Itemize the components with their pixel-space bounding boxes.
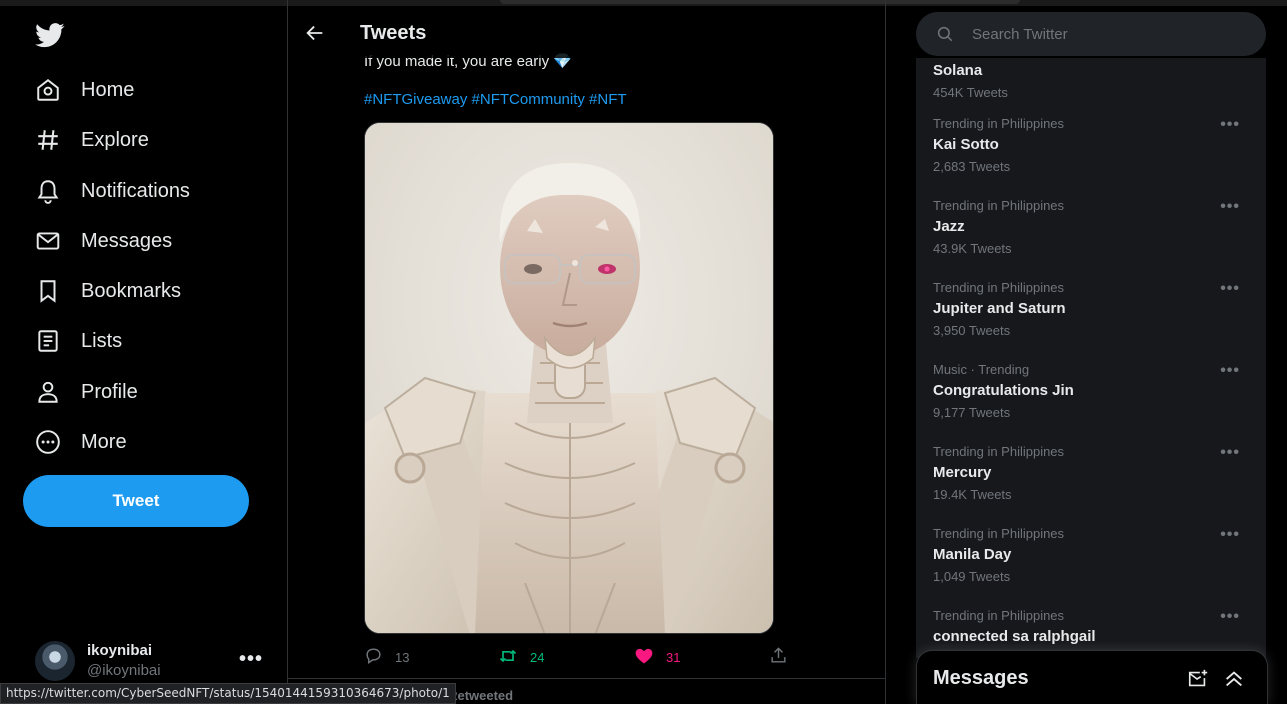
- trend-item[interactable]: Music · Trending Congratulations Jin 9,1…: [916, 362, 1266, 444]
- trend-count: 43.9K Tweets: [933, 241, 1012, 256]
- tweet-hashtags[interactable]: #NFTGiveaway #NFTCommunity #NFT: [364, 91, 627, 108]
- browser-status-url: https://twitter.com/CyberSeedNFT/status/…: [0, 683, 456, 704]
- trend-item[interactable]: Solana 454K Tweets: [916, 58, 1266, 124]
- home-icon: [34, 76, 62, 104]
- envelope-icon: [34, 227, 62, 255]
- trend-context: Trending in Philippines: [933, 116, 1065, 131]
- account-more-icon[interactable]: •••: [239, 648, 263, 671]
- trend-context: Music · Trending: [933, 362, 1030, 377]
- heart-icon: [634, 646, 654, 669]
- more-icon[interactable]: •••: [1220, 198, 1240, 216]
- more-icon[interactable]: •••: [1220, 116, 1240, 134]
- trend-context: Trending in Philippines: [933, 526, 1065, 541]
- share-button[interactable]: [769, 646, 788, 668]
- nav-explore[interactable]: Explore: [34, 120, 149, 160]
- retweet-button[interactable]: 24: [498, 646, 544, 669]
- reply-icon: [364, 646, 383, 668]
- trend-item[interactable]: Trending in Philippines Manila Day 1,049…: [916, 526, 1266, 608]
- trend-item[interactable]: Trending in Philippines Jupiter and Satu…: [916, 280, 1266, 362]
- chevron-up-double-icon[interactable]: [1223, 668, 1245, 690]
- tweet-media-image[interactable]: [364, 122, 774, 634]
- trend-context: Trending in Philippines: [933, 608, 1065, 623]
- trend-title: Mercury: [933, 464, 992, 481]
- nav-messages[interactable]: Messages: [34, 221, 172, 261]
- nav-lists[interactable]: Lists: [34, 321, 122, 361]
- trend-title: Congratulations Jin: [933, 382, 1074, 399]
- account-name: ikoynibai: [87, 642, 153, 659]
- nav-bookmarks-label: Bookmarks: [81, 279, 182, 302]
- more-icon[interactable]: •••: [1220, 280, 1240, 298]
- messages-drawer-title: Messages: [933, 667, 1029, 689]
- more-icon[interactable]: •••: [1220, 608, 1240, 626]
- trend-item[interactable]: Trending in Philippines Jazz 43.9K Tweet…: [916, 198, 1266, 280]
- share-icon: [769, 646, 788, 668]
- back-arrow-icon[interactable]: [304, 22, 326, 44]
- trend-title: Jupiter and Saturn: [933, 300, 1066, 317]
- bell-icon: [34, 177, 62, 205]
- like-count: 31: [666, 650, 681, 665]
- search-input[interactable]: Search Twitter: [972, 26, 1068, 43]
- nft-portrait-illustration: [365, 123, 773, 633]
- nav-explore-label: Explore: [81, 128, 149, 151]
- more-icon[interactable]: •••: [1220, 444, 1240, 462]
- trend-count: 454K Tweets: [933, 85, 1008, 100]
- person-icon: [34, 378, 62, 406]
- main-timeline: Tweets If you made it, you are early 💎 #…: [287, 0, 886, 704]
- nav-home[interactable]: Home: [34, 70, 134, 110]
- nav-notifications-label: Notifications: [81, 179, 190, 202]
- account-switcher[interactable]: ikoynibai @ikoynibai •••: [23, 632, 273, 690]
- nav-messages-label: Messages: [81, 229, 173, 252]
- nav-lists-label: Lists: [81, 329, 123, 352]
- trend-count: 2,683 Tweets: [933, 159, 1011, 174]
- trend-count: 1,049 Tweets: [933, 569, 1011, 584]
- reply-button[interactable]: 13: [364, 646, 409, 668]
- search-box[interactable]: Search Twitter: [916, 12, 1266, 56]
- retweet-count: 24: [530, 650, 545, 665]
- trend-item[interactable]: Trending in Philippines Kai Sotto 2,683 …: [916, 116, 1266, 198]
- nav-home-label: Home: [81, 78, 135, 101]
- list-icon: [34, 327, 62, 355]
- trend-title: Jazz: [933, 218, 965, 235]
- trend-context: Trending in Philippines: [933, 444, 1065, 459]
- trend-context: Trending in Philippines: [933, 198, 1065, 213]
- avatar: [35, 641, 75, 681]
- nav-more-label: More: [81, 430, 127, 453]
- trend-item[interactable]: Trending in Philippines Mercury 19.4K Tw…: [916, 444, 1266, 526]
- page-title: Tweets: [360, 22, 427, 44]
- messages-drawer[interactable]: Messages: [916, 650, 1268, 704]
- like-button[interactable]: 31: [634, 646, 680, 669]
- retweet-icon: [498, 646, 518, 669]
- more-icon[interactable]: •••: [1220, 526, 1240, 544]
- trend-title: Manila Day: [933, 546, 1012, 563]
- nav-bookmarks[interactable]: Bookmarks: [34, 271, 181, 311]
- twitter-logo-icon[interactable]: [34, 20, 66, 50]
- more-circle-icon: [34, 428, 62, 456]
- tweet-actions: 13 24 31: [364, 646, 794, 668]
- trends-panel: Solana 454K Tweets Trending in Philippin…: [916, 58, 1266, 658]
- nav-profile-label: Profile: [81, 380, 138, 403]
- timeline-header: Tweets: [288, 6, 885, 58]
- account-handle: @ikoynibai: [87, 662, 161, 679]
- more-icon[interactable]: •••: [1220, 362, 1240, 380]
- new-message-icon[interactable]: [1187, 668, 1209, 690]
- trend-count: 3,950 Tweets: [933, 323, 1011, 338]
- trend-count: 19.4K Tweets: [933, 487, 1012, 502]
- trend-count: 9,177 Tweets: [933, 405, 1011, 420]
- nav-more[interactable]: More: [34, 422, 127, 462]
- hashtag-icon: [34, 126, 62, 154]
- nav-profile[interactable]: Profile: [34, 372, 138, 412]
- bookmark-icon: [34, 277, 62, 305]
- trend-context: Trending in Philippines: [933, 280, 1065, 295]
- reply-count: 13: [395, 649, 410, 665]
- trend-title: connected sa ralphgail: [933, 628, 1096, 645]
- trend-title: Solana: [933, 62, 983, 79]
- left-navigation: Home Explore Notifications Messages Book…: [0, 0, 287, 704]
- nav-notifications[interactable]: Notifications: [34, 171, 190, 211]
- trend-title: Kai Sotto: [933, 136, 999, 153]
- tweet-button[interactable]: Tweet: [23, 475, 249, 527]
- search-icon: [936, 25, 954, 43]
